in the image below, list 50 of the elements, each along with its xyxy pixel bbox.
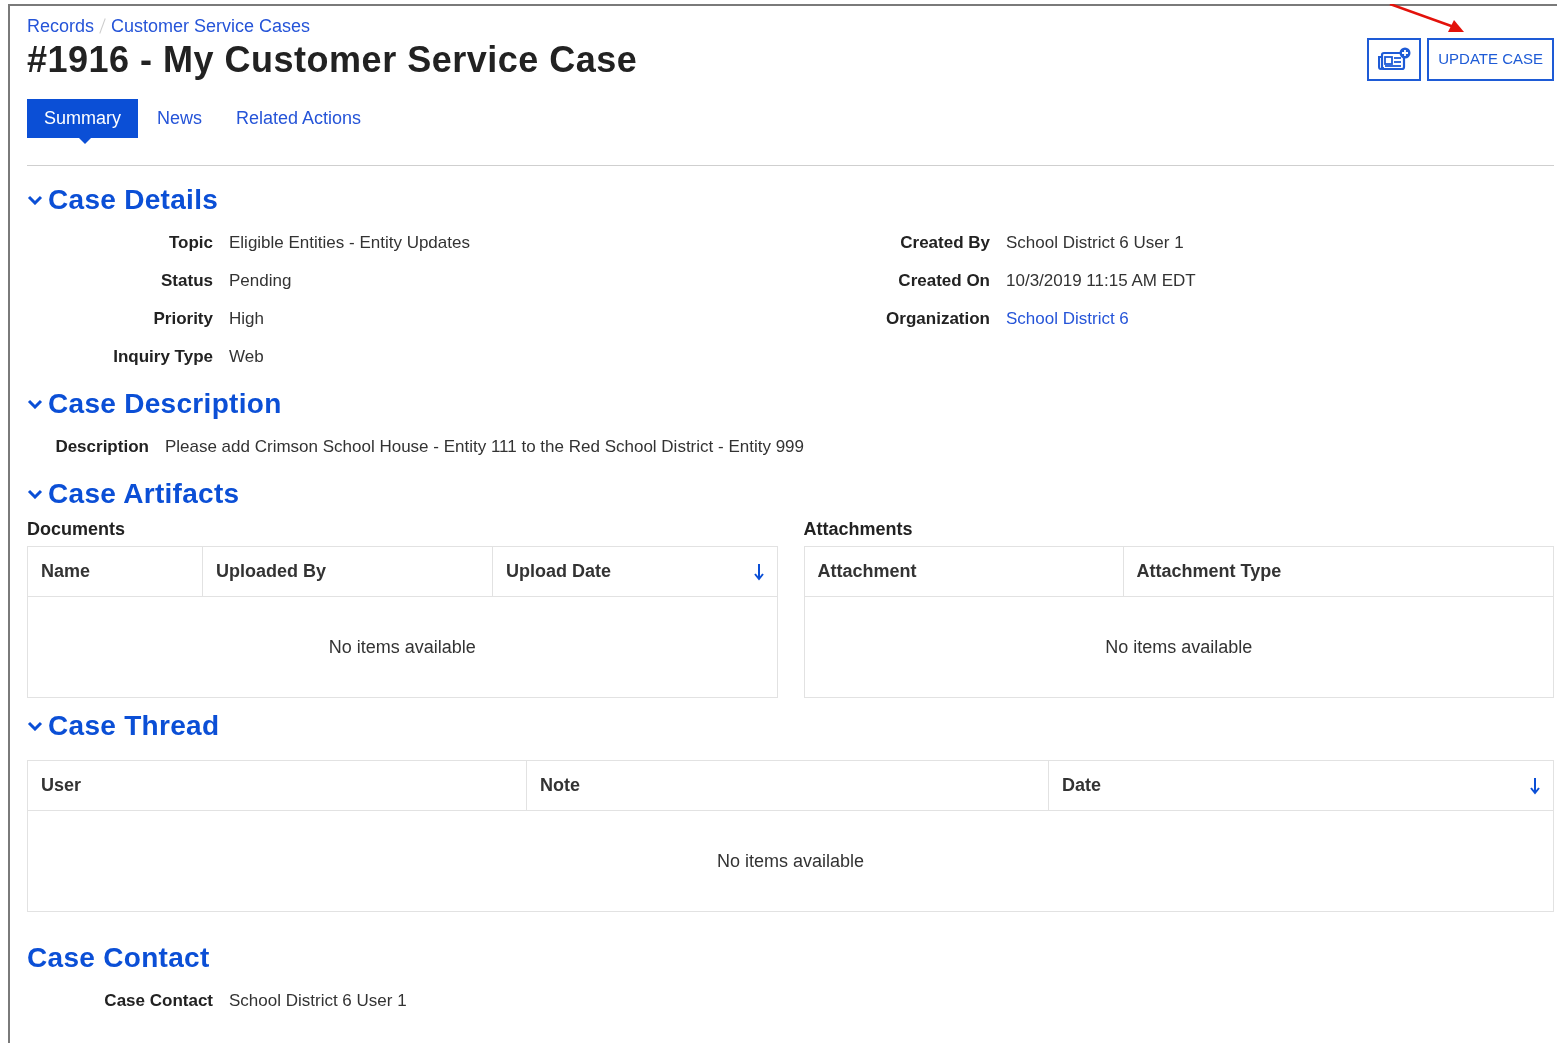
chevron-down-icon bbox=[27, 489, 43, 499]
chevron-down-icon bbox=[27, 721, 43, 731]
breadcrumb-link[interactable]: Records bbox=[27, 14, 95, 38]
empty-message: No items available bbox=[1105, 635, 1253, 659]
field-label: Created On bbox=[897, 270, 990, 293]
column-header[interactable]: User bbox=[28, 761, 526, 810]
add-news-button[interactable] bbox=[1367, 38, 1422, 81]
chevron-down-icon bbox=[27, 399, 43, 409]
tab[interactable]: Related Actions bbox=[219, 99, 379, 138]
empty-message: No items available bbox=[328, 635, 476, 659]
column-header[interactable]: Attachment bbox=[804, 547, 1123, 596]
field-value: Please add Crimson School House - Entity 111 to the Red School District - Entity 999 bbox=[164, 436, 804, 459]
field-value: Web bbox=[229, 346, 264, 369]
breadcrumb-link[interactable]: Customer Service Cases bbox=[111, 14, 311, 38]
tab[interactable]: News bbox=[140, 99, 220, 138]
field-label: Description bbox=[54, 436, 149, 459]
field-link[interactable]: School District 6 bbox=[1006, 306, 1129, 332]
field-label: Status bbox=[160, 270, 213, 293]
section-heading: Case Description bbox=[48, 387, 282, 421]
tab-pointer bbox=[79, 138, 91, 144]
field-label: Case Contact bbox=[103, 990, 213, 1013]
field-label: Topic bbox=[167, 232, 213, 255]
page-title: #1916 - My Customer Service Case bbox=[27, 38, 638, 82]
tab[interactable]: Summary bbox=[27, 99, 138, 138]
column-header[interactable]: Upload Date bbox=[492, 547, 777, 596]
field-value: High bbox=[229, 308, 264, 331]
table-title: Documents bbox=[27, 518, 126, 541]
column-header[interactable]: Uploaded By bbox=[202, 547, 492, 596]
field-value: Pending bbox=[229, 270, 292, 293]
field-value: 10/3/2019 11:15 AM EDT bbox=[1006, 270, 1196, 293]
empty-message: No items available bbox=[716, 849, 865, 873]
section-heading: Case Details bbox=[48, 183, 219, 217]
field-label: Inquiry Type bbox=[112, 346, 213, 369]
column-header[interactable]: Note bbox=[526, 761, 1048, 810]
chevron-down-icon bbox=[27, 195, 43, 205]
field-value: School District 6 User 1 bbox=[1006, 232, 1184, 255]
section-heading: Case Thread bbox=[48, 709, 220, 743]
field-label: Priority bbox=[152, 308, 213, 331]
field-label: Created By bbox=[899, 232, 990, 255]
update-case-button[interactable]: UPDATE CASE bbox=[1427, 38, 1554, 81]
table-title: Attachments bbox=[803, 518, 914, 541]
field-value: Eligible Entities - Entity Updates bbox=[229, 232, 470, 255]
field-label: Organization bbox=[885, 308, 990, 331]
field-value: School District 6 User 1 bbox=[229, 990, 407, 1013]
section-heading: Case Contact bbox=[27, 941, 210, 975]
newspaper-plus-icon bbox=[1376, 46, 1413, 73]
section-heading: Case Artifacts bbox=[48, 477, 240, 511]
column-header[interactable]: Date bbox=[1048, 761, 1553, 810]
column-header[interactable]: Attachment Type bbox=[1122, 547, 1553, 596]
column-header[interactable]: Name bbox=[28, 547, 202, 596]
